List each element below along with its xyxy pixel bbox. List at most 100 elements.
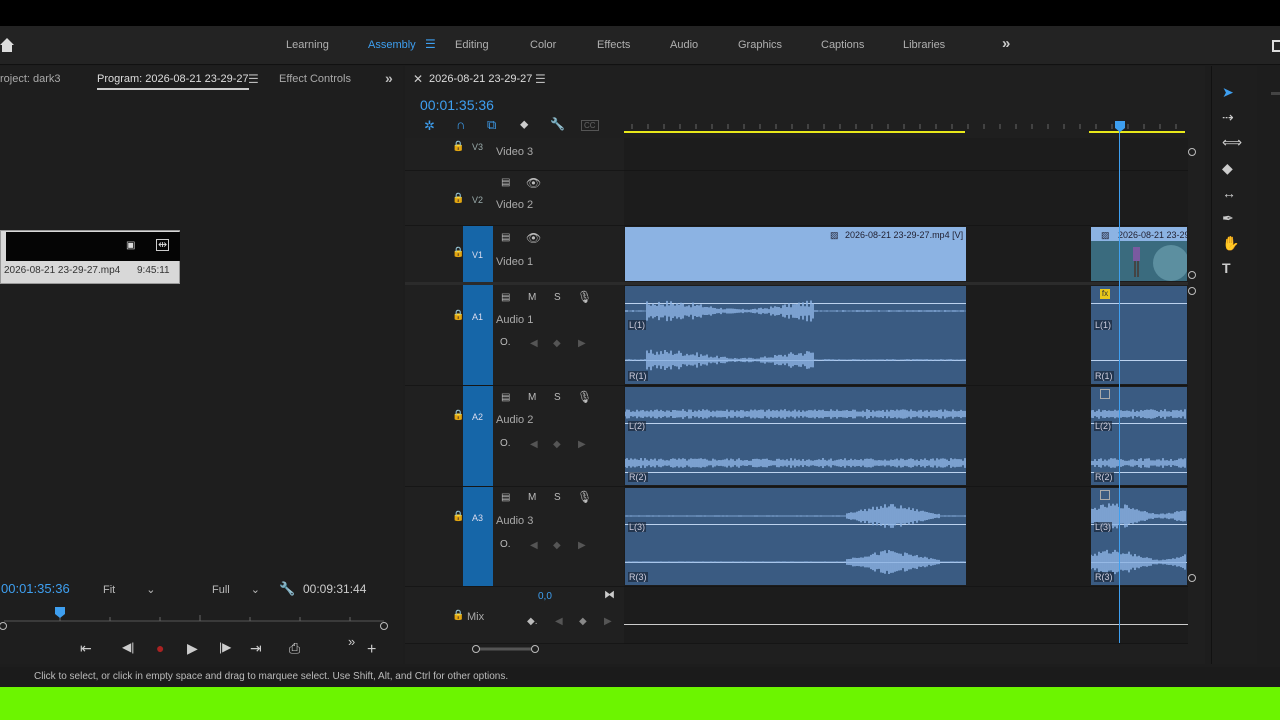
volume-knob-icon[interactable]: ◆. <box>527 616 537 627</box>
toggle-sync-lock-icon[interactable]: ▤ <box>501 492 510 503</box>
lock-icon[interactable]: 🔒 <box>452 610 464 621</box>
toggle-sync-lock-icon[interactable]: ▤ <box>501 392 510 403</box>
eye-icon[interactable]: 👁 <box>526 176 541 190</box>
hand-tool-icon[interactable]: ✋ <box>1222 235 1239 252</box>
vertical-scroll-handles[interactable] <box>1186 146 1198 586</box>
audio-clip-a2[interactable]: L(2) R(2) <box>625 387 966 485</box>
lock-icon[interactable]: 🔒 <box>452 310 464 321</box>
close-sequence-icon[interactable]: ✕ <box>413 72 423 86</box>
volume-knob-icon[interactable]: O. <box>500 438 511 449</box>
track-select-tool-icon[interactable]: ⇢ <box>1222 109 1234 126</box>
track-target-a2[interactable] <box>463 386 493 486</box>
nest-icon[interactable]: ✲ <box>424 118 435 134</box>
workspace-tab-assembly[interactable]: Assembly <box>368 39 416 51</box>
prev-keyframe-icon[interactable]: ◀ <box>530 540 538 551</box>
add-keyframe-icon[interactable]: ◆ <box>553 439 561 450</box>
workspace-menu-icon[interactable]: ☰ <box>425 37 436 51</box>
lock-icon[interactable]: 🔒 <box>452 410 464 421</box>
audio-clip-a1-2[interactable]: fx L(1) R(1) <box>1091 286 1187 384</box>
slip-tool-icon[interactable]: ↔ <box>1222 185 1236 201</box>
next-keyframe-icon[interactable]: ▶ <box>578 439 586 450</box>
razor-tool-icon[interactable]: ◆ <box>1222 160 1233 177</box>
volume-knob-icon[interactable]: O. <box>500 539 511 550</box>
add-keyframe-icon[interactable]: ◆ <box>579 616 587 627</box>
track-target-a3[interactable] <box>463 487 493 586</box>
audio-clip-a2-2[interactable]: L(2) R(2) <box>1091 387 1187 485</box>
program-scrubber[interactable] <box>0 605 392 633</box>
workspace-tab-graphics[interactable]: Graphics <box>738 39 782 51</box>
prev-keyframe-icon[interactable]: ◀ <box>530 338 538 349</box>
record-icon[interactable]: ● <box>156 640 164 656</box>
mix-value[interactable]: 0,0 <box>538 591 552 602</box>
source-clip-thumbnail[interactable]: ▣ ⇹ 2026-08-21 23-29-27.mp4 9:45:11 <box>0 230 180 284</box>
quality-dropdown[interactable]: Full ⌄ <box>212 583 260 596</box>
timeline-settings-icon[interactable]: 🔧 <box>550 117 565 131</box>
go-to-out-icon[interactable]: ⇥ <box>250 640 262 657</box>
lock-icon[interactable]: 🔒 <box>452 193 464 204</box>
video-clip[interactable]: ▨ 2026-08-21 23-29-27.mp4 [V] <box>625 227 966 281</box>
selection-tool-icon[interactable]: ➤ <box>1222 84 1234 101</box>
video-clip-2[interactable]: ▨ 2026-08-21 23-29 <box>1091 227 1187 281</box>
next-keyframe-icon[interactable]: ▶ <box>604 616 612 627</box>
program-menu-icon[interactable]: ☰ <box>248 72 259 86</box>
mix-meter-icon[interactable]: ⧓ <box>604 588 615 601</box>
prev-keyframe-icon[interactable]: ◀ <box>530 439 538 450</box>
mic-icon[interactable]: 🎙 <box>577 390 592 404</box>
toggle-sync-lock-icon[interactable]: ▤ <box>501 232 510 243</box>
next-keyframe-icon[interactable]: ▶ <box>578 540 586 551</box>
workspace-tab-captions[interactable]: Captions <box>821 39 864 51</box>
prev-keyframe-icon[interactable]: ◀ <box>555 616 563 627</box>
workspace-tab-effects[interactable]: Effects <box>597 39 630 51</box>
mic-icon[interactable]: 🎙 <box>577 290 592 304</box>
mute-button[interactable]: M <box>528 292 536 303</box>
workspace-tab-editing[interactable]: Editing <box>455 39 489 51</box>
go-to-in-icon[interactable]: ⇤ <box>80 640 92 657</box>
ripple-edit-tool-icon[interactable]: ⟺ <box>1222 134 1242 151</box>
volume-knob-icon[interactable]: O. <box>500 337 511 348</box>
time-ruler[interactable] <box>622 118 1192 138</box>
add-keyframe-icon[interactable]: ◆ <box>553 338 561 349</box>
timeline-zoom-scrollbar[interactable] <box>470 642 542 656</box>
workspace-tab-learning[interactable]: Learning <box>286 39 329 51</box>
mute-button[interactable]: M <box>528 392 536 403</box>
audio-clip-a3-2[interactable]: L(3) R(3) <box>1091 488 1187 585</box>
mute-button[interactable]: M <box>528 492 536 503</box>
track-target-a1[interactable] <box>463 285 493 385</box>
solo-button[interactable]: S <box>554 292 561 303</box>
fit-dropdown[interactable]: Fit ⌄ <box>103 583 156 596</box>
snap-icon[interactable]: ∩ <box>456 117 465 132</box>
toggle-sync-lock-icon[interactable]: ▤ <box>501 177 510 188</box>
track-v2[interactable] <box>624 171 1188 226</box>
more-buttons-icon[interactable]: » <box>348 634 355 649</box>
workspace-tab-libraries[interactable]: Libraries <box>903 39 945 51</box>
linked-selection-icon[interactable]: ⧉ <box>487 117 496 133</box>
step-back-icon[interactable]: ◀| <box>122 640 134 654</box>
add-button-icon[interactable]: + <box>367 641 376 659</box>
track-v3[interactable] <box>624 138 1188 171</box>
export-frame-icon[interactable]: ⎙ <box>289 640 300 657</box>
wrench-icon[interactable]: 🔧 <box>279 581 295 597</box>
solo-button[interactable]: S <box>554 492 561 503</box>
mic-icon[interactable]: 🎙 <box>577 490 592 504</box>
more-workspaces-icon[interactable]: » <box>1002 35 1010 52</box>
lock-icon[interactable]: 🔒 <box>452 511 464 522</box>
captions-icon[interactable]: CC <box>581 120 599 131</box>
more-panels-icon[interactable]: » <box>385 70 393 86</box>
type-tool-icon[interactable]: T <box>1222 260 1231 276</box>
home-icon[interactable] <box>0 36 16 54</box>
playhead-line[interactable] <box>1119 131 1120 643</box>
audio-clip-a3[interactable]: L(3) R(3) <box>625 488 966 585</box>
sequence-menu-icon[interactable]: ☰ <box>535 72 546 86</box>
eye-icon[interactable]: 👁 <box>526 231 541 245</box>
tab-program[interactable]: Program: 2026-08-21 23-29-27 <box>97 73 249 90</box>
tab-project[interactable]: roject: dark3 <box>0 73 61 85</box>
toggle-sync-lock-icon[interactable]: ▤ <box>501 292 510 303</box>
program-current-timecode[interactable]: 00:01:35:36 <box>1 581 70 596</box>
workspace-tab-color[interactable]: Color <box>530 39 556 51</box>
play-icon[interactable]: ▶ <box>187 640 198 657</box>
timeline-timecode[interactable]: 00:01:35:36 <box>420 97 494 113</box>
sequence-tab[interactable]: 2026-08-21 23-29-27 <box>429 73 532 85</box>
step-forward-icon[interactable]: |▶ <box>219 640 231 654</box>
add-marker-icon[interactable]: ⬥ <box>520 117 528 132</box>
tab-effect-controls[interactable]: Effect Controls <box>279 73 351 85</box>
